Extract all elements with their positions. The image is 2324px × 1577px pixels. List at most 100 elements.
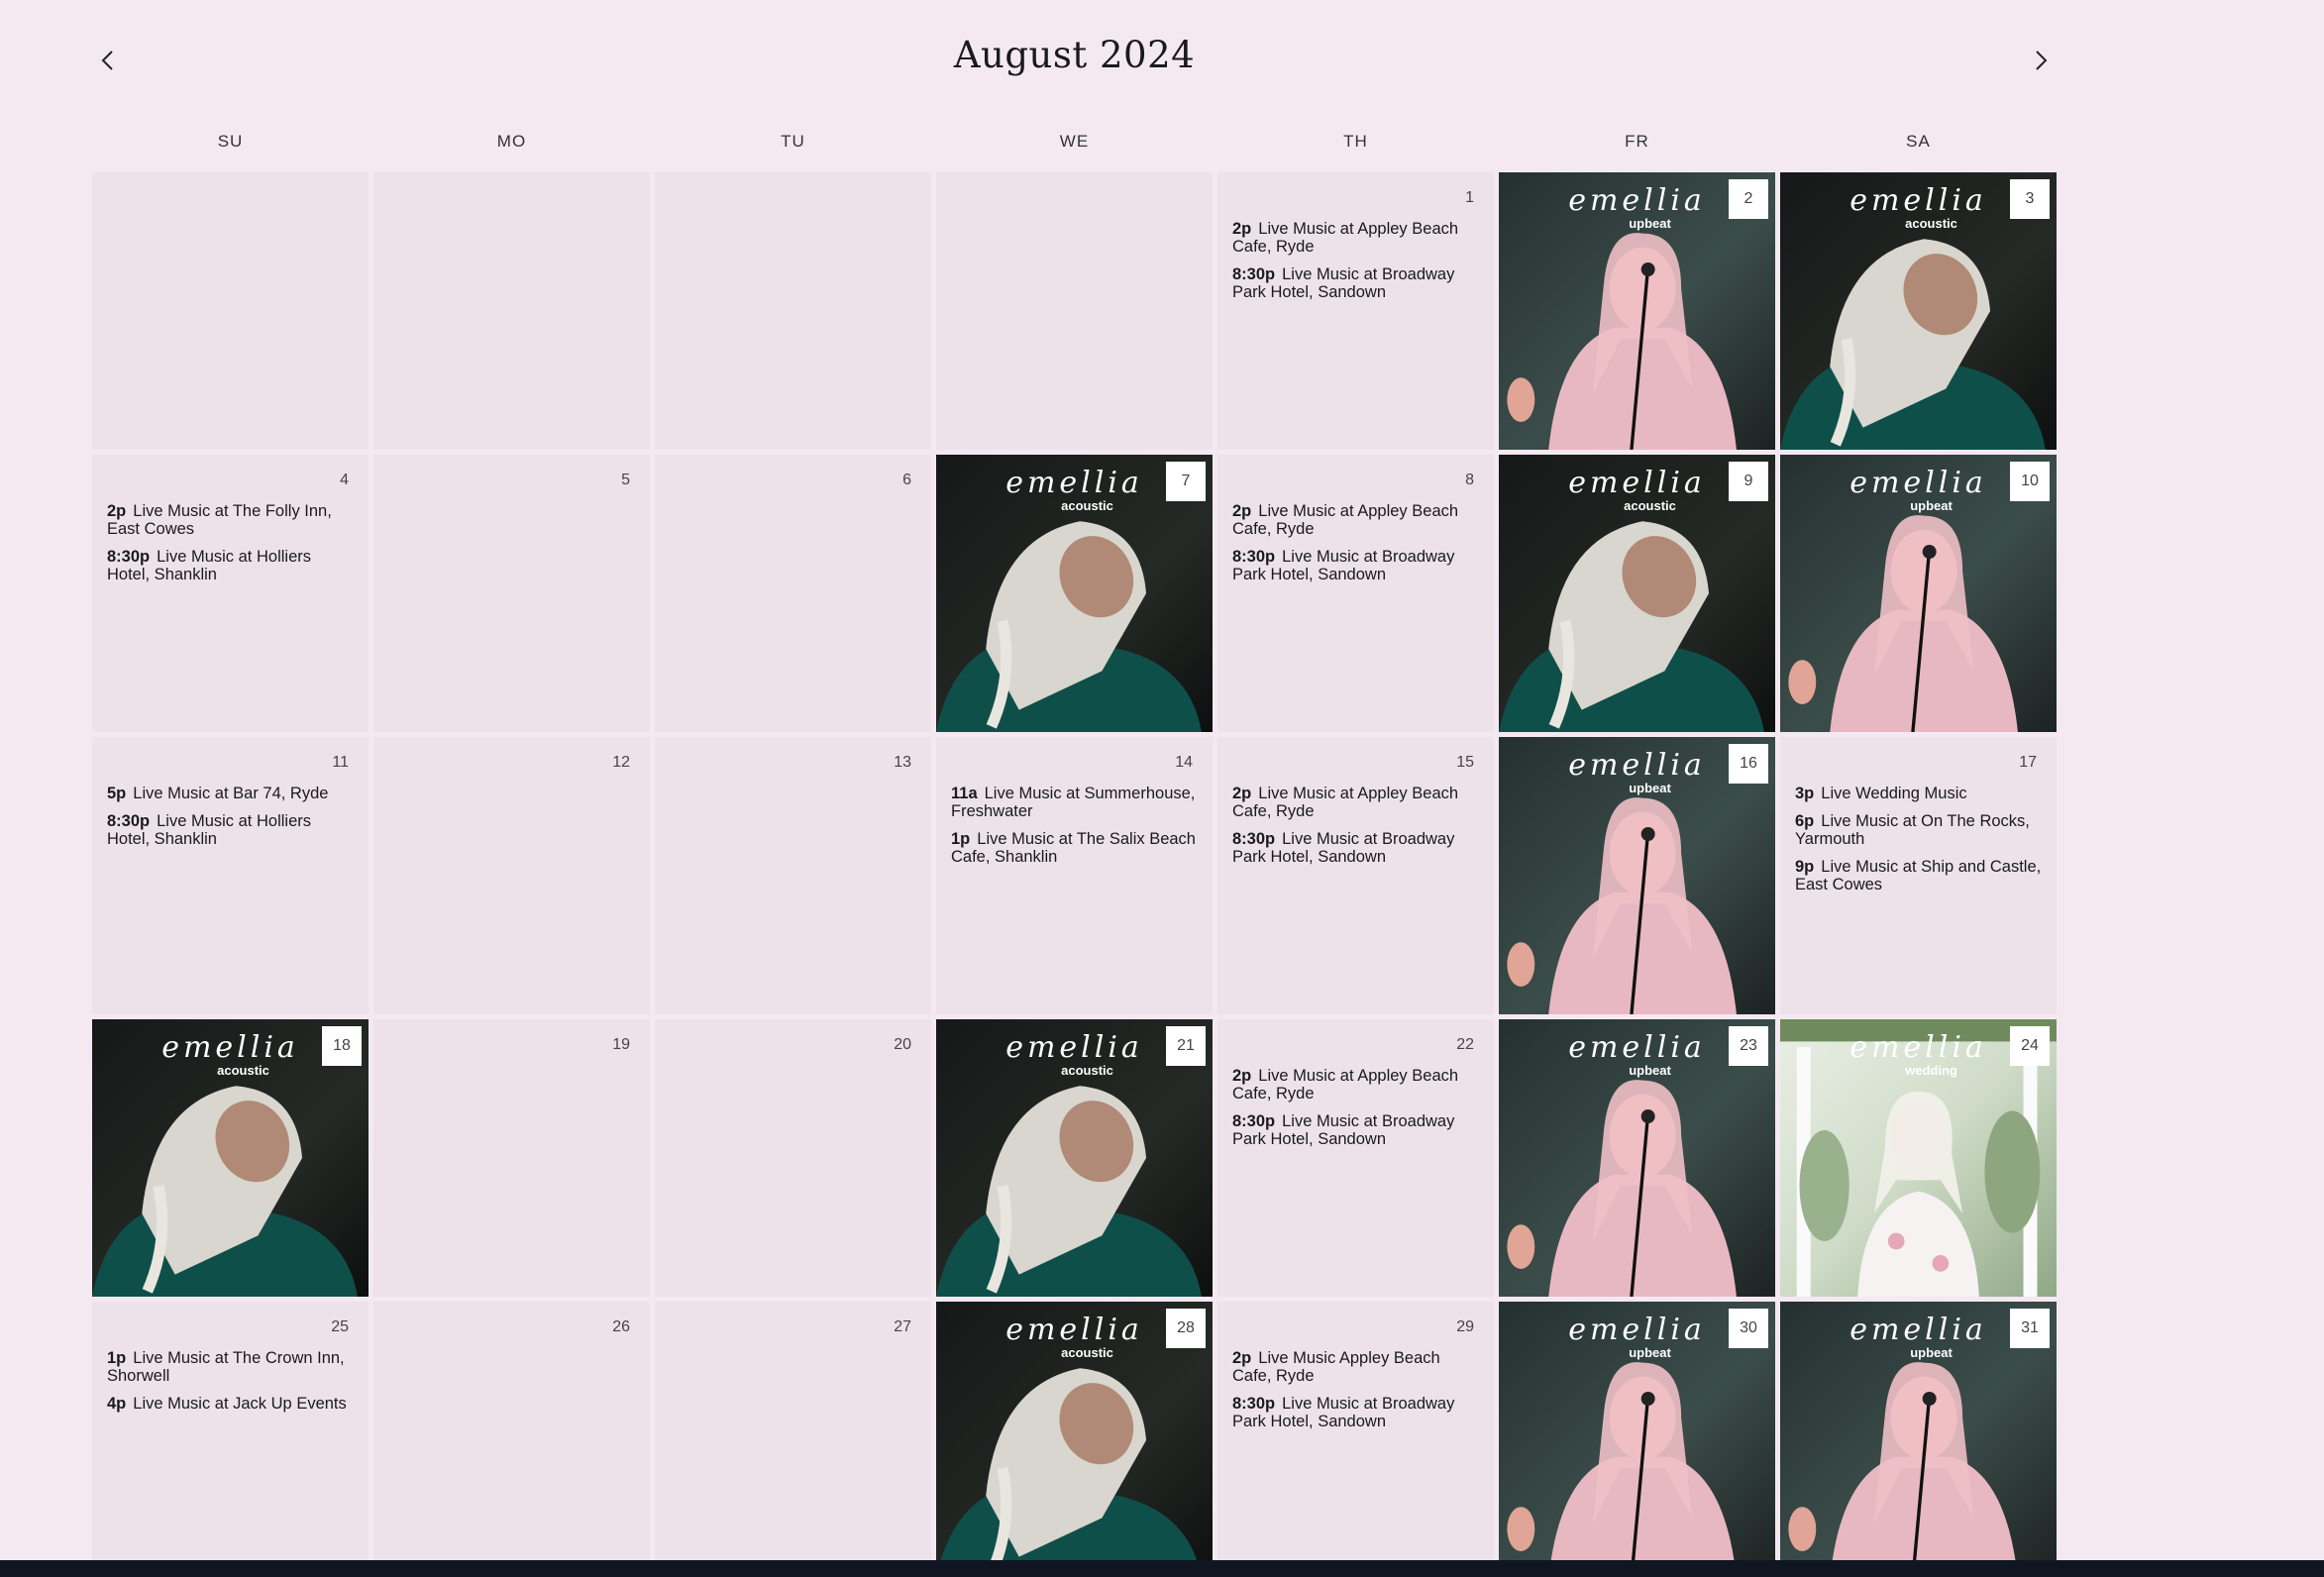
event-time: 8:30p xyxy=(1232,1395,1276,1413)
event-item[interactable]: 2p Live Music at The Folly Inn, East Cowe… xyxy=(107,502,355,538)
event-item[interactable]: 2p Live Music at Appley Beach Cafe, Ryde xyxy=(1232,502,1480,538)
day-number: 27 xyxy=(894,1318,911,1335)
event-title: Live Music at Appley Beach Cafe, Ryde xyxy=(1232,785,1459,820)
event-item[interactable]: 8:30p Live Music at Broadway Park Hotel, … xyxy=(1232,1112,1480,1148)
event-item[interactable]: 8:30p Live Music at Broadway Park Hotel, … xyxy=(1232,830,1480,866)
event-time: 8:30p xyxy=(1232,1112,1276,1130)
date-badge: 9 xyxy=(1729,462,1768,501)
event-item[interactable]: 8:30p Live Music at Broadway Park Hotel, … xyxy=(1232,1395,1480,1430)
event-list: 2p Live Music at Appley Beach Cafe, Ryde 8… xyxy=(1232,785,1480,876)
day-number: 6 xyxy=(902,472,911,488)
event-list: 1p Live Music at The Crown Inn, Shorwell 4… xyxy=(107,1349,355,1422)
month-title: August 2024 xyxy=(953,34,1196,76)
event-item[interactable]: 5p Live Music at Bar 74, Ryde xyxy=(107,785,355,802)
date-badge: 2 xyxy=(1729,179,1768,219)
day-number: 20 xyxy=(894,1036,911,1053)
day-cell[interactable]: emellia upbeat 10 xyxy=(1780,455,2057,732)
day-cell[interactable]: 27 xyxy=(655,1302,931,1577)
day-cell[interactable]: emellia upbeat 16 xyxy=(1499,737,1775,1014)
event-time: 2p xyxy=(107,502,127,520)
day-cell[interactable]: emellia wedding 24 xyxy=(1780,1019,2057,1297)
event-title: Live Music at Appley Beach Cafe, Ryde xyxy=(1232,220,1459,256)
event-item[interactable]: 9p Live Music at Ship and Castle, East Co… xyxy=(1795,858,2043,894)
event-item[interactable]: 8:30p Live Music at Broadway Park Hotel, … xyxy=(1232,548,1480,583)
empty-day-cell xyxy=(655,172,931,450)
day-cell[interactable]: 12 xyxy=(373,737,650,1014)
event-item[interactable]: 11a Live Music at Summerhouse, Freshwater xyxy=(951,785,1199,820)
event-time: 1p xyxy=(107,1349,127,1367)
date-badge: 3 xyxy=(2010,179,2050,219)
day-cell[interactable]: 11 5p Live Music at Bar 74, Ryde 8:30p Live … xyxy=(92,737,369,1014)
day-cell[interactable]: 14 11a Live Music at Summerhouse, Freshwat… xyxy=(936,737,1213,1014)
event-item[interactable]: 8:30p Live Music at Broadway Park Hotel, … xyxy=(1232,265,1480,301)
event-item[interactable]: 2p Live Music at Appley Beach Cafe, Ryde xyxy=(1232,1067,1480,1103)
day-cell[interactable]: 25 1p Live Music at The Crown Inn, Shorwel… xyxy=(92,1302,369,1577)
day-cell[interactable]: 19 xyxy=(373,1019,650,1297)
day-cell[interactable]: 4 2p Live Music at The Folly Inn, East Cow… xyxy=(92,455,369,732)
date-badge: 24 xyxy=(2010,1026,2050,1066)
next-month-button[interactable] xyxy=(2023,44,2057,77)
weekday-label: WE xyxy=(1059,132,1090,151)
event-time: 8:30p xyxy=(107,812,151,830)
day-number: 12 xyxy=(612,754,630,771)
calendar-page: August 2024 SU MO TU WE TH FR SA 1 2p Live… xyxy=(0,0,2324,1577)
day-cell[interactable]: emellia acoustic 28 xyxy=(936,1302,1213,1577)
day-cell[interactable]: 8 2p Live Music at Appley Beach Cafe, Ryde… xyxy=(1217,455,1494,732)
day-number: 8 xyxy=(1465,472,1474,488)
event-time: 2p xyxy=(1232,502,1252,520)
event-title: Live Music at The Crown Inn, Shorwell xyxy=(107,1349,345,1385)
bottom-bar xyxy=(0,1560,2324,1577)
day-cell[interactable]: emellia acoustic 18 xyxy=(92,1019,369,1297)
event-title: Live Music at Appley Beach Cafe, Ryde xyxy=(1232,1067,1459,1103)
event-item[interactable]: 6p Live Music at On The Rocks, Yarmouth xyxy=(1795,812,2043,848)
empty-day-cell xyxy=(936,172,1213,450)
weekday-label: SU xyxy=(217,132,244,151)
calendar-grid: 1 2p Live Music at Appley Beach Cafe, Ryde… xyxy=(92,172,2057,1577)
day-cell[interactable]: emellia upbeat 23 xyxy=(1499,1019,1775,1297)
event-item[interactable]: 3p Live Wedding Music xyxy=(1795,785,2043,802)
day-cell[interactable]: emellia acoustic 9 xyxy=(1499,455,1775,732)
weekday-label: MO xyxy=(496,132,527,151)
event-title: Live Music at Jack Up Events xyxy=(133,1395,347,1413)
day-cell[interactable]: emellia acoustic 7 xyxy=(936,455,1213,732)
event-item[interactable]: 8:30p Live Music at Holliers Hotel, Shank… xyxy=(107,548,355,583)
event-list: 5p Live Music at Bar 74, Ryde 8:30p Live Mu… xyxy=(107,785,355,858)
event-time: 2p xyxy=(1232,1349,1252,1367)
event-item[interactable]: 1p Live Music at The Crown Inn, Shorwell xyxy=(107,1349,355,1385)
day-cell[interactable]: 13 xyxy=(655,737,931,1014)
day-cell[interactable]: emellia upbeat 31 xyxy=(1780,1302,2057,1577)
day-cell[interactable]: 26 xyxy=(373,1302,650,1577)
day-number: 1 xyxy=(1465,189,1474,206)
weekday-label: FR xyxy=(1625,132,1649,151)
event-time: 8:30p xyxy=(1232,548,1276,566)
day-cell[interactable]: emellia acoustic 3 xyxy=(1780,172,2057,450)
event-item[interactable]: 2p Live Music at Appley Beach Cafe, Ryde xyxy=(1232,220,1480,256)
day-number: 25 xyxy=(331,1318,349,1335)
empty-day-cell xyxy=(373,172,650,450)
event-item[interactable]: 2p Live Music at Appley Beach Cafe, Ryde xyxy=(1232,785,1480,820)
event-item[interactable]: 8:30p Live Music at Holliers Hotel, Shank… xyxy=(107,812,355,848)
day-cell[interactable]: emellia acoustic 21 xyxy=(936,1019,1213,1297)
day-cell[interactable]: 20 xyxy=(655,1019,931,1297)
event-item[interactable]: 4p Live Music at Jack Up Events xyxy=(107,1395,355,1413)
event-item[interactable]: 2p Live Music Appley Beach Cafe, Ryde xyxy=(1232,1349,1480,1385)
day-cell[interactable]: 5 xyxy=(373,455,650,732)
event-time: 2p xyxy=(1232,785,1252,802)
day-number: 5 xyxy=(621,472,630,488)
day-cell[interactable]: 15 2p Live Music at Appley Beach Cafe, Ryd… xyxy=(1217,737,1494,1014)
event-time: 2p xyxy=(1232,220,1252,238)
empty-day-cell xyxy=(92,172,369,450)
day-cell[interactable]: 29 2p Live Music Appley Beach Cafe, Ryde 8:… xyxy=(1217,1302,1494,1577)
day-cell[interactable]: 1 2p Live Music at Appley Beach Cafe, Ryde… xyxy=(1217,172,1494,450)
day-cell[interactable]: emellia upbeat 2 xyxy=(1499,172,1775,450)
day-cell[interactable]: 6 xyxy=(655,455,931,732)
event-title: Live Music Appley Beach Cafe, Ryde xyxy=(1232,1349,1440,1385)
date-badge: 30 xyxy=(1729,1309,1768,1348)
event-time: 8:30p xyxy=(1232,830,1276,848)
event-item[interactable]: 1p Live Music at The Salix Beach Cafe, Sh… xyxy=(951,830,1199,866)
event-list: 2p Live Music at The Folly Inn, East Cowe… xyxy=(107,502,355,593)
day-cell[interactable]: emellia upbeat 30 xyxy=(1499,1302,1775,1577)
day-cell[interactable]: 17 3p Live Wedding Music 6p Live Music at On… xyxy=(1780,737,2057,1014)
weekday-label: SA xyxy=(1906,132,1931,151)
day-cell[interactable]: 22 2p Live Music at Appley Beach Cafe, Ryd… xyxy=(1217,1019,1494,1297)
